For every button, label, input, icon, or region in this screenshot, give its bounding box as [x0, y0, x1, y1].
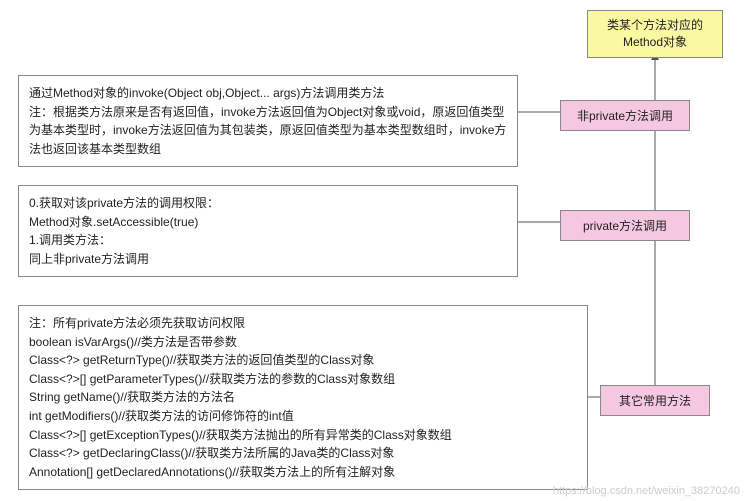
- private-desc: 0.获取对该private方法的调用权限： Method对象.setAccess…: [29, 196, 219, 266]
- others-label: 其它常用方法: [619, 394, 691, 408]
- private-label: private方法调用: [583, 219, 667, 233]
- non-private-category: 非private方法调用: [560, 100, 690, 131]
- root-node: 类某个方法对应的Method对象: [587, 10, 723, 58]
- root-title: 类某个方法对应的Method对象: [607, 18, 703, 49]
- private-desc-box: 0.获取对该private方法的调用权限： Method对象.setAccess…: [18, 185, 518, 277]
- non-private-desc: 通过Method对象的invoke(Object obj,Object... a…: [29, 86, 506, 156]
- watermark-text: https://blog.csdn.net/weixin_38270240: [553, 485, 740, 497]
- non-private-desc-box: 通过Method对象的invoke(Object obj,Object... a…: [18, 75, 518, 167]
- others-desc-box: 注：所有private方法必须先获取访问权限 boolean isVarArgs…: [18, 305, 588, 490]
- others-desc: 注：所有private方法必须先获取访问权限 boolean isVarArgs…: [29, 316, 452, 479]
- non-private-label: 非private方法调用: [577, 109, 673, 123]
- others-category: 其它常用方法: [600, 385, 710, 416]
- private-category: private方法调用: [560, 210, 690, 241]
